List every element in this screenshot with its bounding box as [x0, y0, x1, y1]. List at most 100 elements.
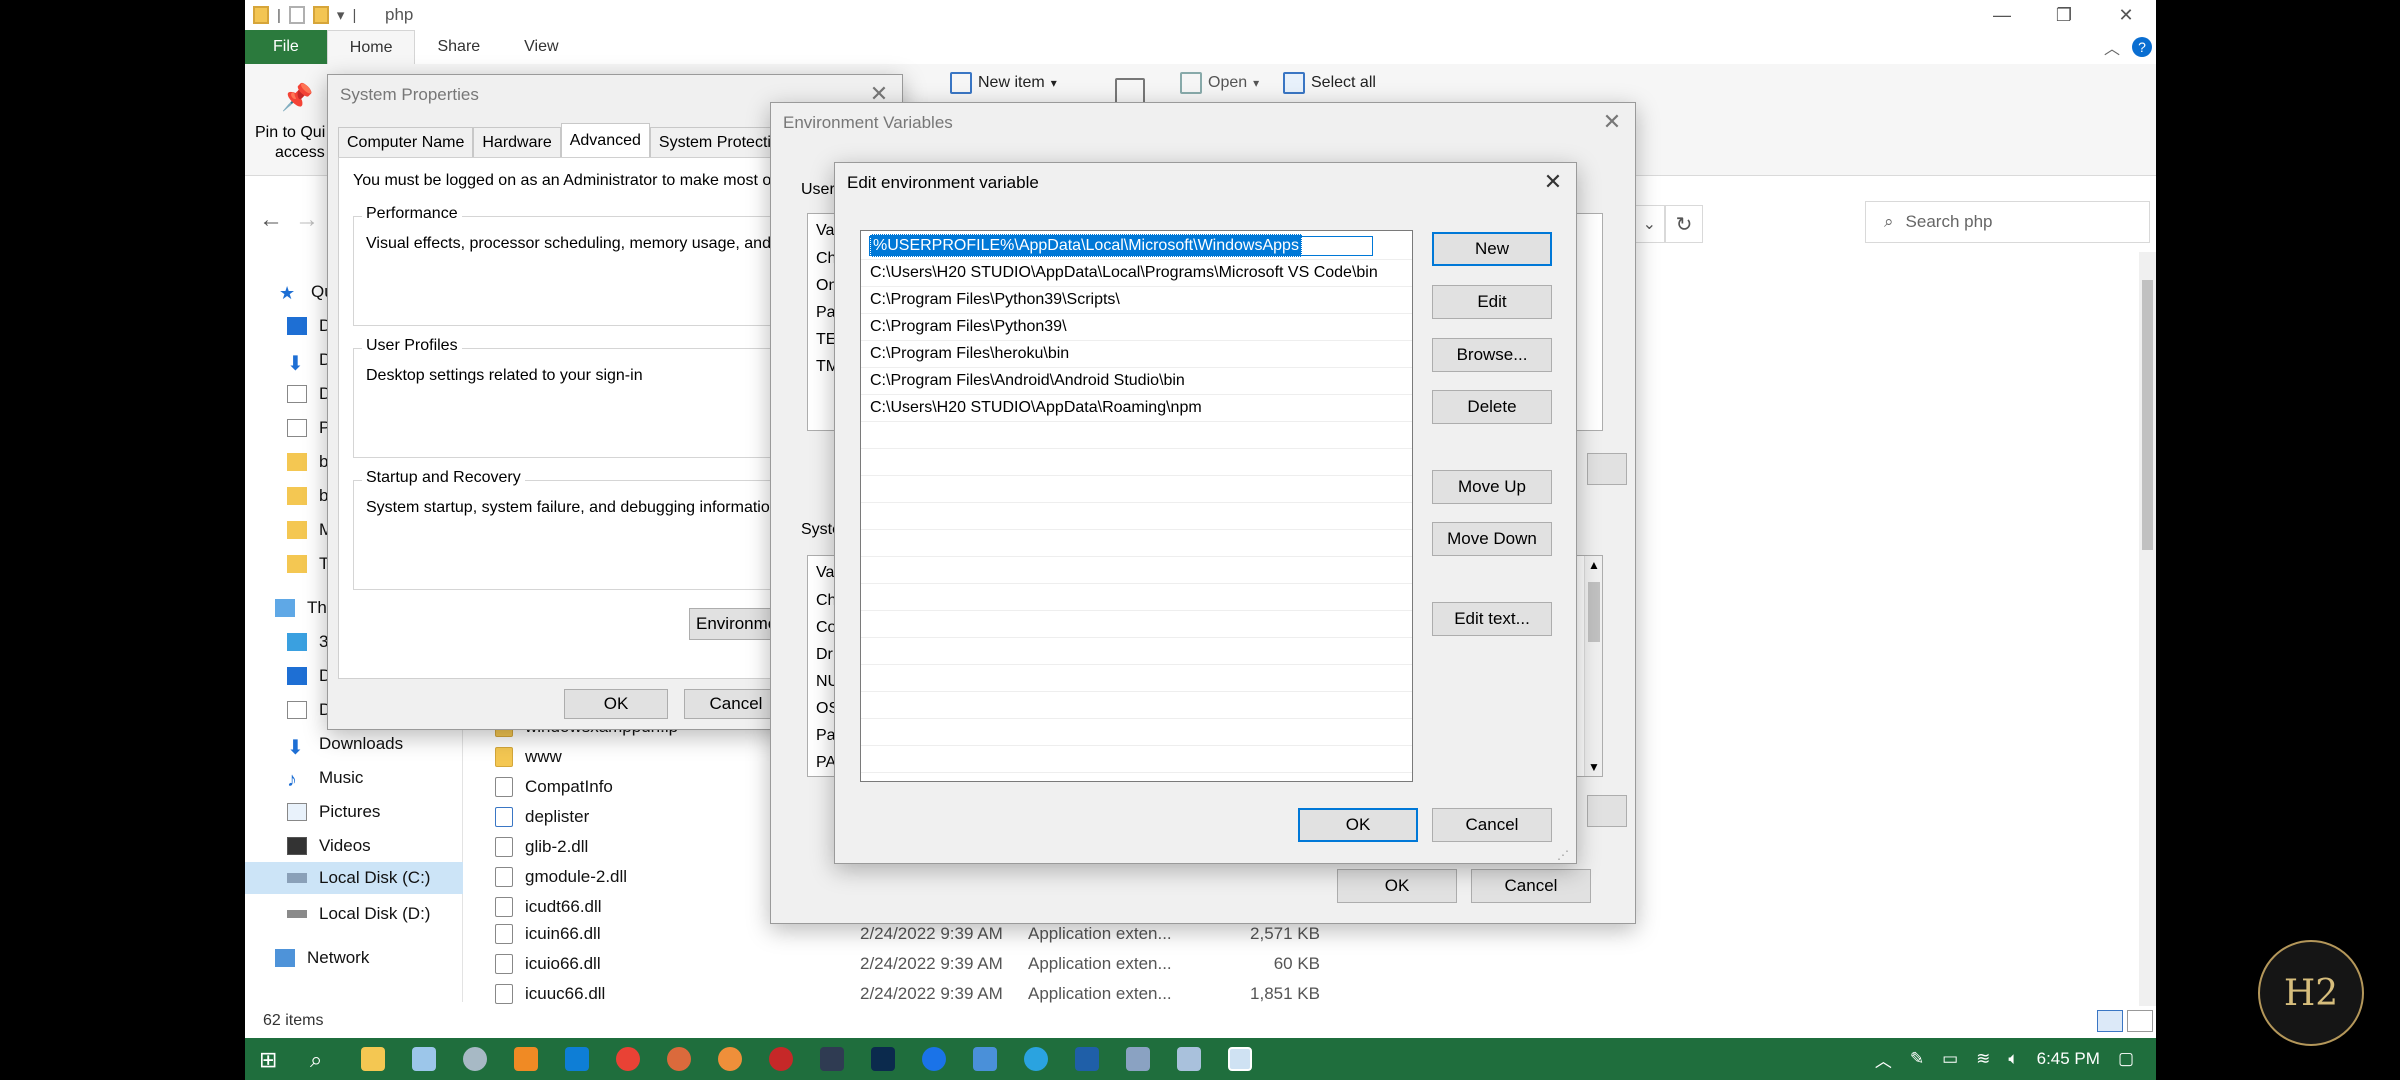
tab-share[interactable]: Share — [415, 30, 502, 64]
empty-row[interactable] — [861, 530, 1412, 557]
chrome-profile-icon[interactable] — [718, 1047, 742, 1071]
sublime-icon[interactable] — [514, 1047, 538, 1071]
list-item[interactable]: %USERPROFILE%\AppData\Local\Microsoft\Wi… — [861, 233, 1412, 260]
list-item[interactable]: deplister — [495, 802, 589, 832]
app-icon[interactable] — [1126, 1047, 1150, 1071]
chevron-down-icon[interactable]: ▼ — [1588, 760, 1600, 774]
nav-quick-access[interactable]: ★ Qu — [279, 276, 334, 308]
tab-hardware[interactable]: Hardware — [473, 127, 561, 157]
recorder-icon[interactable] — [769, 1047, 793, 1071]
browse-button[interactable]: Browse... — [1432, 338, 1552, 372]
app-icon[interactable] — [1177, 1047, 1201, 1071]
nav-quick-item[interactable]: P — [287, 412, 330, 444]
app-icon[interactable] — [412, 1047, 436, 1071]
properties-icon[interactable] — [288, 6, 305, 24]
close-icon[interactable]: ✕ — [1538, 167, 1568, 197]
new-folder-icon[interactable] — [312, 6, 329, 24]
photoshop-icon[interactable] — [871, 1047, 895, 1071]
cancel-button[interactable]: Cancel — [1432, 808, 1552, 842]
path-entry-edit-box[interactable]: %USERPROFILE%\AppData\Local\Microsoft\Wi… — [869, 234, 1373, 257]
restore-icon[interactable]: ❐ — [2033, 0, 2095, 30]
scrollbar-thumb[interactable] — [2142, 280, 2153, 550]
notifications-icon[interactable]: ▢ — [2118, 1049, 2134, 1069]
resize-grip-icon[interactable]: ⋰ — [1557, 848, 1569, 862]
list-item[interactable]: icuin66.dll — [495, 919, 601, 949]
wifi-icon[interactable]: ≋ — [1976, 1049, 1990, 1069]
table-row[interactable]: Pa — [816, 304, 836, 322]
empty-row[interactable] — [861, 422, 1412, 449]
list-item[interactable]: icuio66.dll — [495, 949, 601, 979]
chevron-up-icon[interactable]: ▲ — [1588, 558, 1600, 572]
scrollbar-thumb[interactable] — [1588, 582, 1600, 642]
ok-button[interactable]: OK — [1298, 808, 1418, 842]
nav-quick-item[interactable]: T — [287, 548, 329, 580]
system-variable-button[interactable] — [1587, 795, 1627, 827]
empty-row[interactable] — [861, 692, 1412, 719]
empty-row[interactable] — [861, 638, 1412, 665]
nav-pc-item[interactable]: D — [287, 660, 331, 692]
tab-home[interactable]: Home — [326, 30, 416, 64]
nav-pc-item[interactable]: D — [287, 694, 331, 726]
nav-quick-item[interactable]: D — [287, 378, 331, 410]
app-icon[interactable] — [463, 1047, 487, 1071]
new-button[interactable]: New — [1432, 232, 1552, 266]
back-arrow-icon[interactable]: ← — [259, 206, 283, 234]
nav-quick-item[interactable]: b — [287, 446, 328, 478]
empty-row[interactable] — [861, 719, 1412, 746]
app-icon[interactable] — [820, 1047, 844, 1071]
nav-network[interactable]: Network — [275, 942, 369, 974]
empty-row[interactable] — [861, 476, 1412, 503]
forward-arrow-icon[interactable]: → — [295, 206, 319, 234]
list-item[interactable]: gmodule-2.dll — [495, 862, 627, 892]
tab-view[interactable]: View — [502, 30, 580, 64]
cancel-button[interactable]: Cancel — [1471, 869, 1591, 903]
list-item[interactable]: icuuc66.dll — [495, 979, 605, 1009]
nav-pc-item[interactable]: 3 — [287, 626, 328, 658]
empty-row[interactable] — [861, 557, 1412, 584]
nav-quick-item[interactable]: D — [287, 310, 331, 342]
list-item[interactable]: C:\Program Files\Python39\Scripts\ — [861, 287, 1412, 314]
list-item[interactable]: glib-2.dll — [495, 832, 588, 862]
telegram-icon[interactable] — [1024, 1047, 1048, 1071]
chevron-up-icon[interactable]: ︿ — [1875, 1047, 1892, 1072]
close-icon[interactable]: ✕ — [2095, 0, 2156, 30]
nav-quick-item[interactable]: ⬇ D — [287, 344, 331, 376]
chrome-profile-icon[interactable] — [667, 1047, 691, 1071]
delete-button[interactable]: Delete — [1432, 390, 1552, 424]
select-all-button[interactable]: Select all — [1283, 72, 1376, 94]
move-up-button[interactable]: Move Up — [1432, 470, 1552, 504]
nav-quick-item[interactable]: b — [287, 480, 328, 512]
vertical-scrollbar[interactable]: ▲ ▼ — [1584, 556, 1602, 776]
close-icon[interactable]: ✕ — [1597, 107, 1627, 137]
list-item[interactable]: www — [495, 742, 562, 772]
list-item[interactable]: C:\Program Files\Python39\ — [861, 314, 1412, 341]
pin-label[interactable]: Pin to Qui — [255, 124, 325, 142]
ok-button[interactable]: OK — [564, 689, 668, 719]
system-properties-icon[interactable] — [1228, 1047, 1252, 1071]
chevron-down-icon[interactable]: ⌄ — [1643, 214, 1656, 234]
qat-dropdown-icon[interactable]: ▾ — [337, 6, 345, 24]
vscode-icon[interactable] — [565, 1047, 589, 1071]
new-item-button[interactable]: New item ▾ — [950, 72, 1057, 94]
move-down-button[interactable]: Move Down — [1432, 522, 1552, 556]
battery-icon[interactable]: ▭ — [1942, 1049, 1958, 1069]
list-item[interactable]: CompatInfo — [495, 772, 613, 802]
nav-this-pc[interactable]: Thi — [275, 592, 331, 624]
nav-local-disk-d[interactable]: Local Disk (D:) — [287, 898, 430, 930]
app-icon[interactable] — [973, 1047, 997, 1071]
clock[interactable]: 6:45 PM — [2037, 1049, 2100, 1069]
app-icon[interactable] — [922, 1047, 946, 1071]
nav-downloads[interactable]: ⬇ Downloads — [287, 728, 403, 760]
large-icons-view-icon[interactable] — [2127, 1010, 2153, 1032]
selected-text[interactable]: %USERPROFILE%\AppData\Local\Microsoft\Wi… — [870, 234, 1302, 257]
tab-advanced[interactable]: Advanced — [560, 123, 650, 157]
chrome-icon[interactable] — [616, 1047, 640, 1071]
list-item[interactable]: C:\Users\H20 STUDIO\AppData\Roaming\npm — [861, 395, 1412, 422]
nav-videos[interactable]: Videos — [287, 830, 371, 862]
list-item[interactable]: C:\Program Files\Android\Android Studio\… — [861, 368, 1412, 395]
ribbon-collapse-icon[interactable]: ︿ — [2096, 30, 2128, 64]
empty-row[interactable] — [861, 665, 1412, 692]
windows-start-icon[interactable]: ⊞ — [259, 1047, 283, 1072]
powershell-icon[interactable] — [1075, 1047, 1099, 1071]
empty-row[interactable] — [861, 503, 1412, 530]
